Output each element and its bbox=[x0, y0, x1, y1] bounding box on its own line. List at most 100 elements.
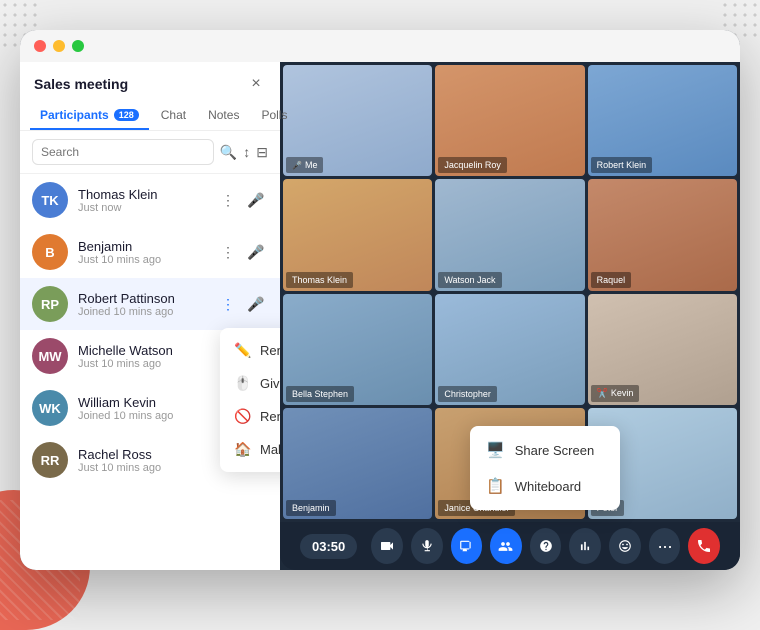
video-cell[interactable]: Thomas Klein bbox=[283, 179, 432, 290]
video-participant-name: Benjamin bbox=[292, 503, 330, 513]
participant-info: Benjamin Just 10 mins ago bbox=[78, 239, 206, 266]
video-participant-name: Watson Jack bbox=[444, 275, 495, 285]
more-options-button[interactable]: ⋮ bbox=[216, 188, 240, 212]
filter-icon[interactable]: ⊟ bbox=[256, 144, 268, 161]
video-area: 🎤 Me Jacquelin Roy Robert Klein bbox=[280, 62, 740, 570]
reactions-button[interactable] bbox=[609, 528, 641, 564]
participant-status: Just 10 mins ago bbox=[78, 358, 206, 370]
tab-notes-label: Notes bbox=[208, 108, 239, 122]
sidebar-header: Sales meeting × bbox=[20, 62, 280, 94]
video-name-tag: Robert Klein bbox=[591, 157, 653, 173]
tab-participants-label: Participants bbox=[40, 108, 109, 122]
rename-label: Rename bbox=[260, 343, 280, 358]
video-name-tag: Benjamin bbox=[286, 500, 336, 516]
search-icon[interactable]: 🔍 bbox=[220, 144, 237, 161]
remove-participant-menu-item[interactable]: 🚫 Remove participant bbox=[220, 400, 280, 433]
video-cell[interactable]: Watson Jack bbox=[435, 179, 584, 290]
video-participant-name: Bella Stephen bbox=[292, 389, 348, 399]
participant-status: Just 10 mins ago bbox=[78, 462, 206, 474]
rename-icon: ✏️ bbox=[234, 342, 250, 359]
video-cell[interactable]: Christopher bbox=[435, 294, 584, 405]
participant-status: Just 10 mins ago bbox=[78, 254, 206, 266]
mic-off-icon: 🎤 bbox=[292, 161, 302, 170]
participant-info: Rachel Ross Just 10 mins ago bbox=[78, 447, 206, 474]
participant-name: Rachel Ross bbox=[78, 447, 206, 462]
help-button[interactable] bbox=[530, 528, 562, 564]
ellipsis-icon: ··· bbox=[657, 536, 672, 557]
remove-icon: 🚫 bbox=[234, 408, 250, 425]
make-cohost-menu-item[interactable]: 🏠 Make Co-Host bbox=[220, 433, 280, 466]
sidebar: Sales meeting × Participants 128 Chat No… bbox=[20, 62, 280, 570]
participant-info: Robert Pattinson Joined 10 mins ago bbox=[78, 291, 206, 318]
participant-actions: ⋮ 🎤 bbox=[216, 188, 268, 212]
video-participant-name: Robert Klein bbox=[597, 160, 647, 170]
tab-polls[interactable]: Polls bbox=[251, 102, 297, 130]
share-screen-button[interactable]: 🖥️ Share Screen bbox=[470, 432, 620, 468]
avatar: WK bbox=[32, 390, 68, 426]
sidebar-title: Sales meeting bbox=[34, 76, 128, 92]
video-participant-name: Jacquelin Roy bbox=[444, 160, 501, 170]
list-item[interactable]: RP Robert Pattinson Joined 10 mins ago ⋮… bbox=[20, 278, 280, 330]
video-name-tag: Thomas Klein bbox=[286, 272, 353, 288]
sort-icon[interactable]: ↕ bbox=[243, 144, 250, 160]
call-timer: 03:50 bbox=[300, 534, 357, 559]
participant-info: Michelle Watson Just 10 mins ago bbox=[78, 343, 206, 370]
video-name-tag: Christopher bbox=[438, 386, 497, 402]
tab-chat-label: Chat bbox=[161, 108, 186, 122]
video-cell[interactable]: Raquel bbox=[588, 179, 737, 290]
avatar: TK bbox=[32, 182, 68, 218]
tab-notes[interactable]: Notes bbox=[198, 102, 249, 130]
rename-menu-item[interactable]: ✏️ Rename bbox=[220, 334, 280, 367]
video-cell[interactable]: Bella Stephen bbox=[283, 294, 432, 405]
window-minimize-dot[interactable] bbox=[53, 40, 65, 52]
participants-toolbar-button[interactable] bbox=[490, 528, 522, 564]
mute-button[interactable]: 🎤 bbox=[244, 240, 268, 264]
control-icon: 🖱️ bbox=[234, 375, 250, 392]
window-maximize-dot[interactable] bbox=[72, 40, 84, 52]
video-name-tag: Bella Stephen bbox=[286, 386, 354, 402]
participants-badge: 128 bbox=[114, 109, 139, 121]
search-input[interactable] bbox=[32, 139, 214, 165]
participant-actions: ⋮ 🎤 bbox=[216, 292, 268, 316]
video-cell[interactable]: Jacquelin Roy bbox=[435, 65, 584, 176]
tab-polls-label: Polls bbox=[261, 108, 287, 122]
list-item[interactable]: B Benjamin Just 10 mins ago ⋮ 🎤 bbox=[20, 226, 280, 278]
cohost-label: Make Co-Host bbox=[260, 442, 280, 457]
participant-name: William Kevin bbox=[78, 395, 206, 410]
video-participant-name: Raquel bbox=[597, 275, 626, 285]
mute-button[interactable]: 🎤 bbox=[244, 292, 268, 316]
participant-info: William Kevin Joined 10 mins ago bbox=[78, 395, 206, 422]
mic-toggle-button[interactable] bbox=[411, 528, 443, 564]
tab-participants[interactable]: Participants 128 bbox=[30, 102, 149, 130]
end-call-button[interactable] bbox=[688, 528, 720, 564]
list-item[interactable]: TK Thomas Klein Just now ⋮ 🎤 bbox=[20, 174, 280, 226]
participant-list: TK Thomas Klein Just now ⋮ 🎤 B Benjamin bbox=[20, 174, 280, 570]
participant-status: Joined 10 mins ago bbox=[78, 410, 206, 422]
window-close-dot[interactable] bbox=[34, 40, 46, 52]
more-options-button[interactable]: ⋮ bbox=[216, 292, 240, 316]
more-options-button[interactable]: ⋮ bbox=[216, 240, 240, 264]
mic-icon-kevin: ✂️ bbox=[597, 388, 608, 399]
participant-name: Benjamin bbox=[78, 239, 206, 254]
video-participant-name: Christopher bbox=[444, 389, 491, 399]
video-name-tag: 🎤 Me bbox=[286, 157, 323, 173]
avatar: B bbox=[32, 234, 68, 270]
participant-name: Michelle Watson bbox=[78, 343, 206, 358]
video-cell[interactable]: 🎤 Me bbox=[283, 65, 432, 176]
video-cell[interactable]: Benjamin bbox=[283, 408, 432, 519]
mute-button[interactable]: 🎤 bbox=[244, 188, 268, 212]
participant-name: Robert Pattinson bbox=[78, 291, 206, 306]
whiteboard-button[interactable]: 📋 Whiteboard bbox=[470, 468, 620, 504]
tab-chat[interactable]: Chat bbox=[151, 102, 196, 130]
video-participant-name: Kevin bbox=[611, 388, 634, 398]
participant-actions: ⋮ 🎤 bbox=[216, 240, 268, 264]
video-cell[interactable]: ✂️ Kevin bbox=[588, 294, 737, 405]
give-control-menu-item[interactable]: 🖱️ Give control bbox=[220, 367, 280, 400]
video-toggle-button[interactable] bbox=[371, 528, 403, 564]
close-sidebar-button[interactable]: × bbox=[246, 74, 266, 94]
stats-button[interactable] bbox=[569, 528, 601, 564]
more-options-toolbar-button[interactable]: ··· bbox=[649, 528, 681, 564]
participant-info: Thomas Klein Just now bbox=[78, 187, 206, 214]
video-cell[interactable]: Robert Klein bbox=[588, 65, 737, 176]
share-screen-toolbar-button[interactable] bbox=[451, 528, 483, 564]
